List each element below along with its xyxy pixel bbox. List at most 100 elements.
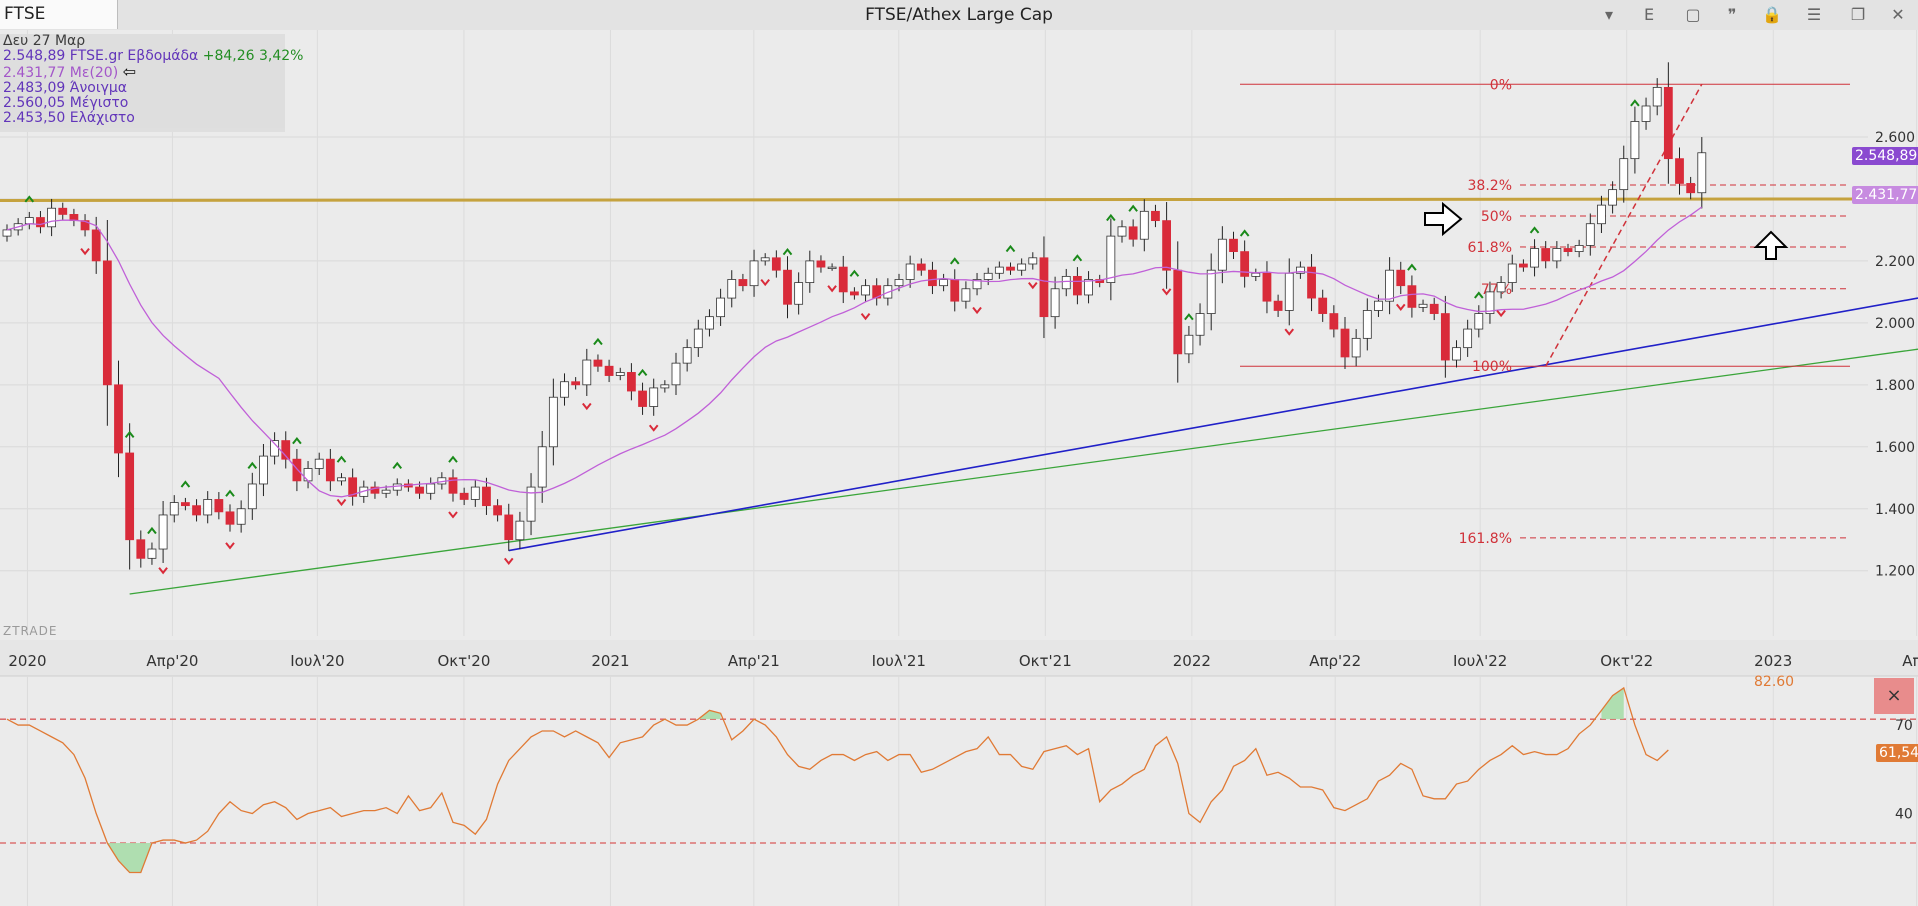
fib-label: 161.8%: [1459, 531, 1512, 547]
candle-body: [894, 279, 904, 287]
candle-body: [91, 229, 101, 262]
candle-body: [1619, 158, 1629, 191]
candle-body: [1050, 288, 1060, 318]
x-tick-label: Ιουλ'20: [290, 652, 344, 670]
y-tick-label: 2.000: [1875, 316, 1915, 332]
candle-body: [1217, 238, 1227, 271]
candle-body: [1563, 248, 1573, 253]
y-tick-label: 1.800: [1875, 378, 1915, 394]
candle-body: [671, 362, 681, 386]
candle-body: [805, 260, 815, 283]
lock-icon[interactable]: 🔒: [1760, 3, 1784, 27]
candle-body: [838, 266, 848, 293]
oscillator-tick: 40: [1895, 807, 1913, 823]
candle-body: [303, 468, 313, 482]
candle-body: [593, 359, 603, 367]
candle-body: [1452, 347, 1461, 361]
x-tick-label: Απρ'21: [728, 652, 780, 670]
candle-body: [548, 396, 558, 448]
close-panel-button[interactable]: ×: [1874, 678, 1914, 714]
candle-body: [537, 446, 547, 488]
x-tick-label: Οκτ'22: [1600, 652, 1653, 670]
candle-body: [1697, 152, 1707, 194]
candle-body: [749, 260, 759, 287]
candle-body: [1273, 300, 1283, 311]
candle-body: [950, 279, 960, 302]
candle-body: [615, 372, 625, 376]
letter-e-icon[interactable]: E: [1637, 3, 1661, 27]
candle-body: [905, 263, 915, 280]
candle-body: [783, 269, 792, 305]
x-tick-label: Απρ'20: [146, 652, 198, 670]
candle-body: [2, 229, 12, 237]
candle-body: [1028, 257, 1038, 265]
candle-body: [1429, 303, 1439, 314]
candle-body: [916, 263, 926, 271]
candle-body: [426, 483, 436, 494]
resistance-line: [0, 197, 1918, 202]
candle-body: [1206, 269, 1216, 314]
candle-body: [459, 492, 469, 500]
candle-body: [1374, 300, 1383, 311]
candle-body: [638, 390, 647, 407]
candle-body: [827, 266, 837, 269]
y-tick-label: 2.600: [1875, 130, 1915, 146]
candle-body: [158, 514, 168, 550]
candle-body: [582, 359, 592, 386]
close-icon[interactable]: ✕: [1886, 3, 1910, 27]
candle-body: [560, 381, 569, 398]
y-tick-label: 1.400: [1875, 502, 1915, 518]
candle-body: [738, 279, 748, 287]
candle-body: [314, 458, 324, 469]
candle-body: [682, 347, 692, 364]
candle-body: [493, 505, 503, 516]
candle-body: [1073, 275, 1082, 296]
chart-area[interactable]: 2.6002.4002.2002.0001.8001.6001.4001.200…: [0, 30, 1918, 906]
candle-body: [203, 499, 213, 516]
candle-body: [1407, 285, 1417, 308]
candle-body: [1117, 226, 1127, 237]
restore-icon[interactable]: ❐: [1846, 3, 1870, 27]
candle-body: [180, 502, 190, 507]
x-tick-label: Απρ'22: [1309, 652, 1361, 670]
candle-body: [1463, 328, 1473, 349]
ma-tag: 2.431,77: [1852, 186, 1918, 204]
candle-body: [470, 486, 480, 500]
candle-body: [1663, 86, 1673, 160]
candle-body: [1541, 248, 1551, 262]
candle-body: [1351, 337, 1361, 358]
candle-body: [1608, 189, 1617, 206]
oscillator-tag: 61,54: [1876, 744, 1918, 762]
candle-body: [939, 279, 948, 287]
candle-body: [147, 548, 157, 559]
candle-body: [1530, 248, 1539, 268]
x-tick-label: Ιουλ'21: [872, 652, 926, 670]
quote-icon[interactable]: ❞: [1720, 3, 1744, 27]
candle-body: [236, 508, 246, 525]
candle-body: [392, 483, 402, 491]
candle-body: [1585, 223, 1595, 246]
price-panel-bg: [0, 30, 1918, 640]
candle-body: [1686, 183, 1696, 194]
watermark: ZTRADE: [3, 624, 57, 638]
window-icon[interactable]: ▢: [1681, 3, 1705, 27]
candle-body: [1229, 238, 1238, 253]
fib-label: 0%: [1490, 77, 1512, 93]
candle-body: [102, 260, 112, 386]
fib-label: 77%: [1481, 282, 1512, 298]
menu-icon[interactable]: ☰: [1802, 3, 1826, 27]
symbol-input[interactable]: FTSE: [0, 0, 118, 29]
candle-body: [1385, 269, 1394, 302]
candle-body: [1496, 282, 1506, 293]
y-tick-label: 1.600: [1875, 440, 1915, 456]
candle-body: [325, 458, 335, 482]
candle-body: [727, 279, 737, 299]
candle-body: [928, 269, 937, 287]
chevron-down-icon[interactable]: ▾: [1597, 3, 1621, 27]
candle-body: [1162, 220, 1171, 271]
candle-body: [705, 316, 714, 330]
candle-body: [1440, 313, 1450, 361]
candle-body: [415, 486, 424, 494]
candle-body: [994, 266, 1004, 274]
date-label: Δευ 27 Μαρ: [3, 33, 86, 49]
